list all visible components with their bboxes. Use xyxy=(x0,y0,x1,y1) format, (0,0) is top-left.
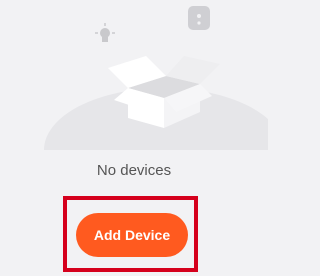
empty-state-message: No devices xyxy=(96,162,172,179)
bulb-icon xyxy=(95,23,115,42)
add-device-button[interactable]: Add Device xyxy=(76,213,188,257)
empty-state-illustration xyxy=(0,0,284,212)
smart-plug-icon xyxy=(188,6,210,30)
